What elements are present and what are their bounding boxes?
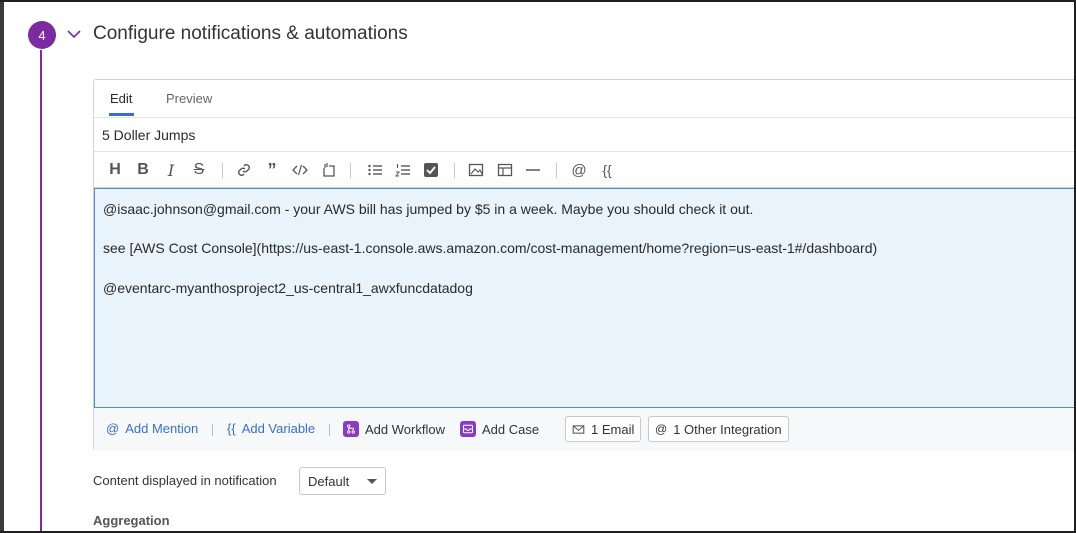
bold-icon[interactable]: B: [134, 161, 152, 179]
envelope-icon: [572, 424, 585, 434]
integration-chip-label: 1 Other Integration: [673, 421, 782, 437]
table-icon[interactable]: [496, 161, 514, 179]
footer-divider: [212, 424, 213, 436]
italic-icon[interactable]: I: [162, 161, 180, 180]
numbered-list-icon[interactable]: [394, 161, 412, 179]
step-title: Configure notifications & automations: [93, 23, 408, 44]
window-edge: [0, 2, 4, 531]
toolbar-divider: [454, 163, 455, 178]
code-block-icon[interactable]: [320, 161, 338, 179]
add-mention-label: Add Mention: [125, 421, 199, 436]
bullet-list-icon[interactable]: [366, 161, 384, 179]
step-number-badge: 4: [28, 21, 56, 49]
link-icon[interactable]: [235, 161, 253, 179]
toolbar-divider: [556, 163, 557, 178]
workflow-icon: [343, 421, 359, 437]
add-case-button[interactable]: Add Case: [460, 421, 539, 437]
active-tab-indicator: [109, 113, 134, 116]
add-workflow-button[interactable]: Add Workflow: [343, 421, 445, 437]
content-displayed-label: Content displayed in notification: [93, 473, 277, 488]
strikethrough-icon[interactable]: S: [190, 161, 208, 179]
image-icon[interactable]: [467, 161, 485, 179]
add-workflow-label: Add Workflow: [365, 421, 445, 437]
editor-footer: @ Add Mention {{ Add Variable Add Workfl…: [94, 408, 1074, 451]
tab-preview[interactable]: Preview: [166, 91, 212, 106]
notification-title-value: 5 Doller Jumps: [102, 127, 196, 143]
step-connector-line: [40, 50, 42, 531]
toolbar-divider: [350, 163, 351, 178]
editor-tabs: Edit Preview: [94, 80, 1074, 118]
notification-title-field[interactable]: 5 Doller Jumps: [94, 118, 1074, 152]
aggregation-heading: Aggregation: [93, 513, 170, 528]
message-body-line: see [AWS Cost Console](https://us-east-1…: [103, 240, 878, 256]
mention-icon[interactable]: @: [570, 161, 588, 179]
email-recipients-chip[interactable]: 1 Email: [565, 416, 642, 442]
footer-divider: [329, 424, 330, 436]
quote-icon[interactable]: ”: [263, 160, 281, 180]
add-case-label: Add Case: [482, 421, 540, 437]
message-body-line: @eventarc-myanthosproject2_us-central1_a…: [103, 280, 473, 296]
horizontal-rule-icon[interactable]: [524, 161, 542, 179]
braces-icon: {{: [227, 421, 236, 436]
caret-down-icon: [367, 479, 377, 484]
chevron-down-icon[interactable]: [66, 26, 82, 42]
variable-icon[interactable]: {{: [598, 161, 616, 179]
checklist-icon[interactable]: [422, 161, 440, 179]
message-body-textarea[interactable]: @isaac.johnson@gmail.com - your AWS bill…: [94, 188, 1074, 408]
message-body-line: @isaac.johnson@gmail.com - your AWS bill…: [103, 201, 754, 217]
message-editor: Edit Preview 5 Doller Jumps H B I S ” @ …: [93, 79, 1074, 451]
heading-icon[interactable]: H: [106, 161, 124, 179]
content-displayed-select[interactable]: Default: [299, 467, 386, 495]
case-icon: [460, 421, 476, 437]
toolbar-divider: [222, 163, 223, 178]
email-chip-label: 1 Email: [591, 421, 635, 437]
add-mention-button[interactable]: @ Add Mention: [106, 421, 198, 436]
tab-edit[interactable]: Edit: [110, 91, 132, 106]
at-icon: @: [655, 422, 668, 436]
screenshot-frame: 4 Configure notifications & automations …: [0, 0, 1076, 533]
add-variable-label: Add Variable: [241, 421, 316, 436]
formatting-toolbar: H B I S ” @ {{: [94, 152, 1074, 188]
content-displayed-value: Default: [308, 474, 350, 489]
other-integration-chip[interactable]: @ 1 Other Integration: [648, 416, 789, 442]
code-icon[interactable]: [291, 161, 309, 179]
add-variable-button[interactable]: {{ Add Variable: [227, 421, 315, 436]
at-icon: @: [106, 421, 120, 436]
